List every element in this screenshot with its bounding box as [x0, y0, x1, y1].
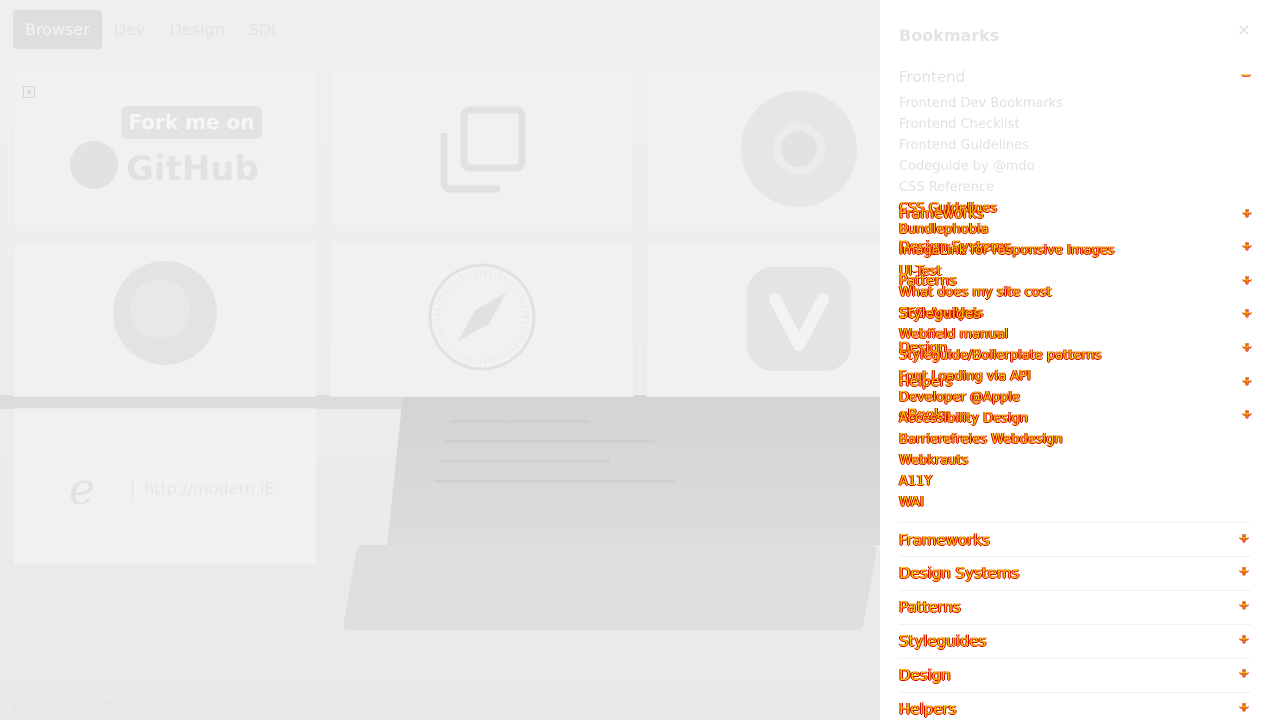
expand-icon[interactable]: + [1239, 666, 1249, 680]
expand-icon[interactable]: + [1239, 564, 1249, 578]
overlay-section-styleguides: Styleguides [899, 306, 981, 322]
tile-github[interactable]: Fork me on GitHub [13, 70, 317, 227]
bookmark-link[interactable]: Developer @Apple [899, 390, 1020, 405]
code-line [440, 460, 610, 463]
github-octocat-icon [70, 141, 118, 189]
bookmarks-sidebar: Bookmarks × Frontend − Frontend Dev Book… [880, 0, 1280, 720]
github-wordmark: GitHub [126, 149, 259, 189]
bookmark-link[interactable]: Frontend Checklist [899, 117, 1020, 132]
expand-icon: + [1242, 206, 1253, 220]
section-label: Design Systems [899, 564, 1020, 582]
bookmark-link[interactable]: Frontend Guidelines [899, 138, 1029, 153]
section-label: Styleguides [899, 632, 987, 650]
close-icon[interactable]: × [1237, 20, 1250, 39]
expand-icon: + [1242, 273, 1253, 287]
overlay-section-frameworks: Frameworks [899, 206, 984, 222]
copy-icon [440, 106, 526, 193]
section-label: Frameworks [899, 531, 990, 549]
expand-icon: + [1242, 340, 1253, 354]
section-label: Helpers [899, 700, 957, 718]
vivaldi-icon [747, 267, 851, 371]
expand-icon: + [1242, 374, 1253, 388]
tile-firefox[interactable] [13, 240, 317, 397]
bookmark-link[interactable]: Codeguide by @mdo [899, 159, 1035, 174]
firefox-icon [113, 261, 217, 365]
internet-explorer-icon: e [69, 464, 96, 515]
code-line [445, 440, 655, 443]
bookmark-link[interactable]: CSS Reference [899, 180, 994, 195]
sidebar-title: Bookmarks [899, 26, 1000, 45]
bookmark-link[interactable]: WAI [899, 495, 924, 510]
bookmark-link[interactable]: ImageLink for responsive Images [899, 243, 1114, 258]
tile-vivaldi[interactable] [646, 240, 886, 397]
bookmark-link[interactable]: Accessibility Design [899, 411, 1028, 426]
laptop-keyboard-graphic [342, 545, 878, 630]
tab-browser[interactable]: Browser [13, 10, 102, 49]
laptop-screen-graphic [387, 395, 880, 545]
bookmark-link[interactable]: Webkrauts [899, 453, 968, 468]
bookmark-link[interactable]: Barrierefreies Webdesign [899, 432, 1063, 447]
expand-icon: + [1242, 239, 1253, 253]
fork-on-github-link[interactable]: Fork me on GitHub [13, 697, 126, 711]
tile-modern-ie[interactable]: e http://modern.IE [13, 408, 317, 565]
divider [899, 556, 1251, 557]
section-label: Patterns [899, 598, 961, 616]
tab-dev[interactable]: Dev [102, 10, 158, 49]
bookmark-link[interactable]: Frontend Dev Bookmarks [899, 96, 1063, 111]
expand-icon: + [1242, 306, 1253, 320]
overlay-section-helpers: Helpers [899, 374, 953, 390]
tab-sdi[interactable]: SDI [237, 10, 288, 49]
section-label: Design [899, 666, 951, 684]
expand-icon[interactable]: + [1239, 700, 1249, 714]
modern-ie-label: http://modern.IE [144, 479, 275, 498]
category-tabs: Browser Dev Design SDI [13, 10, 288, 49]
expand-icon: + [1242, 407, 1253, 421]
bookmark-link[interactable]: Bundlephobia [899, 222, 989, 237]
tile-copy[interactable] [330, 70, 634, 227]
section-frontend-label: Frontend [899, 68, 966, 86]
expand-icon[interactable]: + [1239, 531, 1249, 545]
code-line [450, 420, 590, 423]
chrome-icon [741, 91, 857, 207]
code-line [435, 480, 675, 483]
pin-icon[interactable] [23, 86, 35, 98]
github-banner: Fork me on [121, 106, 262, 139]
safari-compass-icon [428, 263, 536, 371]
divider [132, 479, 133, 501]
tile-safari[interactable] [330, 240, 634, 397]
expand-icon[interactable]: + [1239, 632, 1249, 646]
collapse-icon[interactable]: − [1241, 68, 1251, 82]
expand-icon[interactable]: + [1239, 598, 1249, 612]
tab-design[interactable]: Design [157, 10, 236, 49]
divider [899, 692, 1251, 693]
divider [899, 624, 1251, 625]
tile-chrome[interactable] [646, 70, 886, 227]
bookmark-link[interactable]: Styleguide/Boilerplate patterns [899, 348, 1101, 363]
bookmark-link[interactable]: What does my site cost [899, 285, 1051, 300]
divider [899, 658, 1251, 659]
divider [899, 590, 1251, 591]
bookmark-link[interactable]: A11Y [899, 474, 932, 489]
divider [899, 522, 1251, 523]
